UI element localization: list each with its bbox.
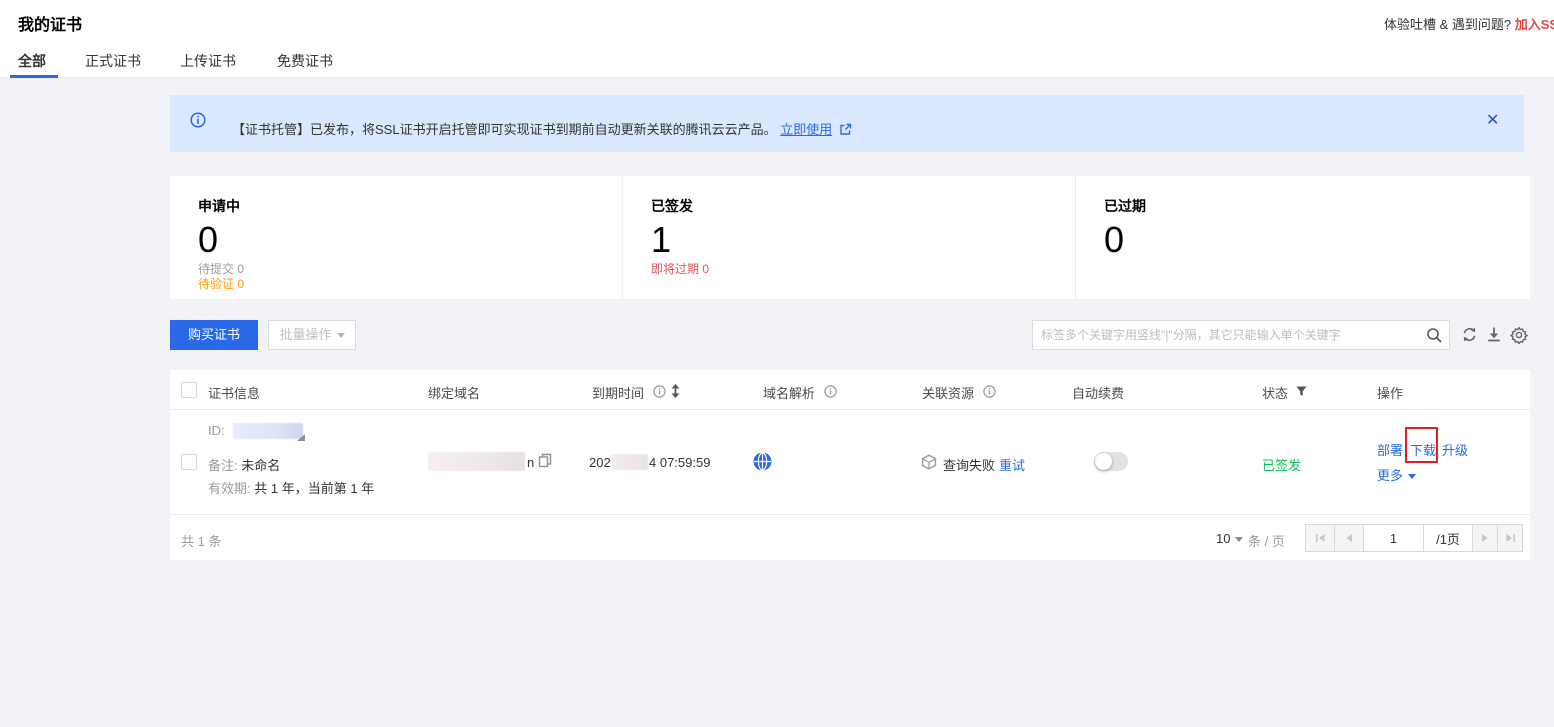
banner-use-now-link[interactable]: 立即使用 (780, 122, 832, 137)
filter-icon[interactable] (1296, 386, 1307, 397)
col-expire-time: 到期时间 (592, 383, 644, 402)
per-page-label: 条 / 页 (1248, 531, 1285, 550)
resolve-info-icon[interactable] (824, 385, 837, 398)
feedback-text: 体验吐槽 & 遇到问题? (1384, 17, 1511, 32)
page-size-selector[interactable]: 10 (1216, 531, 1243, 546)
stat-title: 已过期 (1104, 196, 1530, 216)
stat-sub-expiring-soon: 即将过期 0 (651, 262, 1075, 277)
buy-certificate-button[interactable]: 购买证书 (170, 320, 258, 350)
header-feedback-area: 体验吐槽 & 遇到问题? 加入SSL证 (1384, 14, 1554, 33)
action-deploy-link[interactable]: 部署 (1377, 440, 1403, 459)
copy-icon[interactable] (538, 453, 552, 468)
censored-cert-id (233, 423, 303, 439)
batch-operation-button[interactable]: 批量操作 (268, 320, 356, 350)
first-page-button[interactable] (1305, 524, 1335, 552)
chevron-down-icon (1408, 474, 1416, 479)
cert-note: 备注: 未命名 (208, 455, 280, 474)
action-more-link[interactable]: 更多 (1377, 465, 1416, 484)
status-badge: 已签发 (1262, 455, 1301, 474)
auto-renew-toggle[interactable] (1094, 452, 1128, 471)
download-list-icon[interactable] (1486, 326, 1502, 343)
search-input[interactable] (1041, 322, 1421, 348)
col-bound-domain: 绑定域名 (428, 383, 480, 402)
row-checkbox[interactable] (181, 454, 197, 470)
cert-validity-value: 共 1 年，当前第 1 年 (254, 481, 374, 496)
cert-note-value: 未命名 (241, 458, 280, 473)
last-page-button[interactable] (1497, 524, 1523, 552)
domain-visible-text: n (527, 455, 534, 470)
select-all-checkbox[interactable] (181, 382, 197, 398)
col-auto-renew: 自动续费 (1072, 383, 1124, 402)
refresh-icon[interactable] (1461, 326, 1478, 343)
censored-expire-date (611, 454, 648, 470)
col-domain-resolve: 域名解析 (763, 383, 815, 402)
prev-page-button[interactable] (1334, 524, 1364, 552)
sort-icon[interactable] (671, 384, 680, 398)
stat-title: 申请中 (198, 196, 622, 216)
total-pages-text: /1页 (1436, 529, 1460, 548)
info-icon (190, 112, 206, 128)
cert-validity: 有效期: 共 1 年，当前第 1 年 (208, 478, 374, 497)
tab-all[interactable]: 全部 (18, 51, 46, 71)
current-page-input-wrap (1363, 524, 1424, 552)
expire-info-icon[interactable] (653, 385, 666, 398)
stats-panel: 申请中 0 待提交 0 待验证 0 已签发 1 即将过期 0 已过期 0 (170, 176, 1530, 299)
search-icon[interactable] (1426, 327, 1443, 344)
col-status: 状态 (1262, 383, 1288, 402)
external-link-icon (839, 123, 852, 136)
chevron-down-icon (1235, 537, 1243, 542)
col-actions: 操作 (1377, 383, 1403, 402)
next-page-button[interactable] (1472, 524, 1498, 552)
chevron-down-icon (337, 333, 345, 338)
current-page-input[interactable] (1364, 525, 1423, 551)
stat-card-applying: 申请中 0 待提交 0 待验证 0 (170, 176, 623, 299)
resource-retry-link[interactable]: 重试 (999, 455, 1025, 474)
stat-value: 1 (651, 218, 1075, 262)
stat-value: 0 (198, 218, 622, 262)
stat-value: 0 (1104, 218, 1530, 262)
page-title: 我的证书 (18, 11, 82, 35)
expire-date-suffix: 4 07:59:59 (649, 455, 710, 470)
stat-sub-pending-submit: 待提交 0 (198, 262, 622, 277)
annotation-highlight-box (1405, 427, 1438, 463)
censored-domain (428, 452, 525, 471)
resource-status-text: 查询失败 (943, 455, 995, 474)
stat-title: 已签发 (651, 196, 1075, 216)
table-row-divider (170, 514, 1530, 515)
resource-cube-icon (921, 454, 937, 470)
search-box (1032, 320, 1450, 350)
col-related-resource: 关联资源 (922, 383, 974, 402)
censor-corner-fold (297, 434, 305, 441)
join-ssl-link[interactable]: 加入SSL证 (1515, 17, 1554, 32)
tab-free-certs[interactable]: 免费证书 (277, 51, 333, 71)
stat-card-expired: 已过期 0 (1076, 176, 1530, 299)
banner-message: 【证书托管】已发布，将SSL证书开启托管即可实现证书到期前自动更新关联的腾讯云云… (232, 119, 852, 138)
globe-resolve-icon[interactable] (753, 452, 772, 471)
stat-card-issued: 已签发 1 即将过期 0 (623, 176, 1076, 299)
cert-id-label: ID: (208, 423, 225, 438)
resource-info-icon[interactable] (983, 385, 996, 398)
action-upgrade-link[interactable]: 升级 (1442, 440, 1468, 459)
toggle-knob (1095, 453, 1112, 470)
tab-uploaded-certs[interactable]: 上传证书 (180, 51, 236, 71)
stat-sub-pending-verify: 待验证 0 (198, 277, 622, 292)
tab-paid-certs[interactable]: 正式证书 (85, 51, 141, 71)
active-tab-underline (10, 75, 58, 78)
table-header-divider (170, 409, 1530, 410)
gear-icon[interactable] (1510, 326, 1528, 344)
expire-date-prefix: 202 (589, 455, 611, 470)
banner-close-icon[interactable]: ✕ (1486, 110, 1499, 130)
total-pages-cell: /1页 (1423, 524, 1473, 552)
col-cert-info: 证书信息 (208, 383, 260, 402)
total-count-text: 共 1 条 (181, 531, 221, 550)
